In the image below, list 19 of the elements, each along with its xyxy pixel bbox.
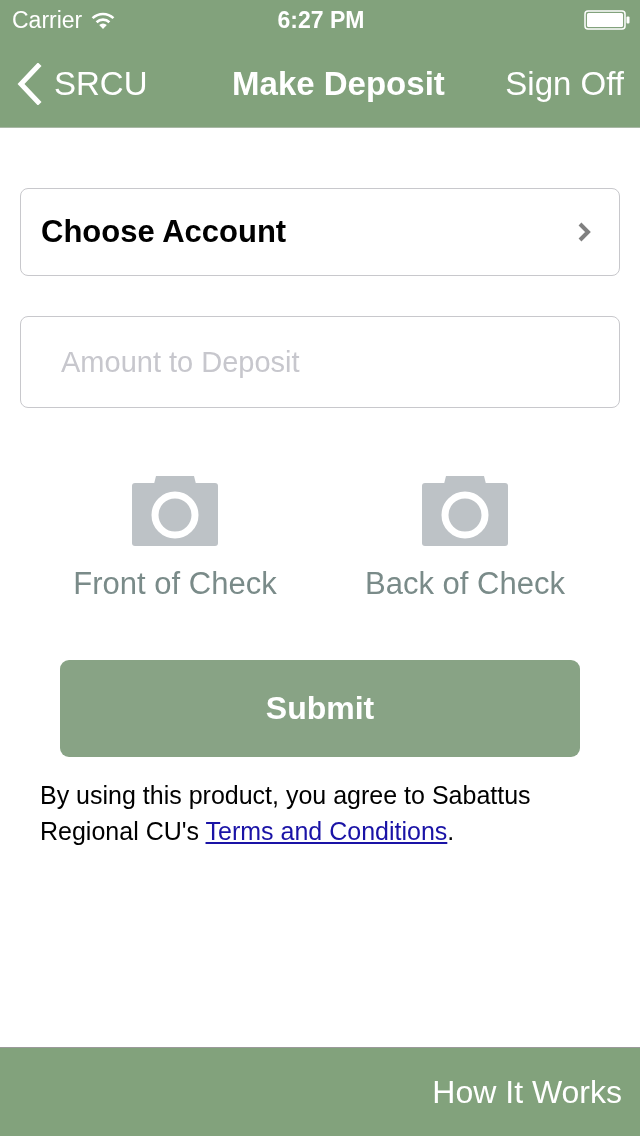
submit-button[interactable]: Submit (60, 660, 580, 757)
photo-label: Front of Check (73, 566, 277, 602)
how-it-works-button[interactable]: How It Works (432, 1073, 622, 1111)
photo-label: Back of Check (365, 566, 565, 602)
carrier-label: Carrier (12, 6, 83, 34)
camera-icon[interactable] (132, 476, 218, 546)
screen-title: Make Deposit (232, 64, 445, 103)
chevron-right-icon (577, 221, 591, 243)
amount-input-field[interactable]: Amount to Deposit (20, 316, 620, 408)
terms-text: By using this product, you agree to Sabattus Regional CU's Terms and Conditions. (40, 780, 532, 847)
wifi-icon (91, 11, 116, 29)
terms-link[interactable]: Terms and Conditions (205, 817, 448, 845)
back-button[interactable]: SRCU (16, 62, 148, 105)
battery-icon (584, 10, 630, 30)
choose-account-button[interactable]: Choose Account (20, 188, 620, 276)
camera-icon[interactable] (422, 476, 508, 546)
back-chevron-icon (16, 62, 42, 105)
status-time: 6:27 PM (277, 6, 365, 34)
sign-off-button[interactable]: Sign Off (505, 64, 624, 103)
